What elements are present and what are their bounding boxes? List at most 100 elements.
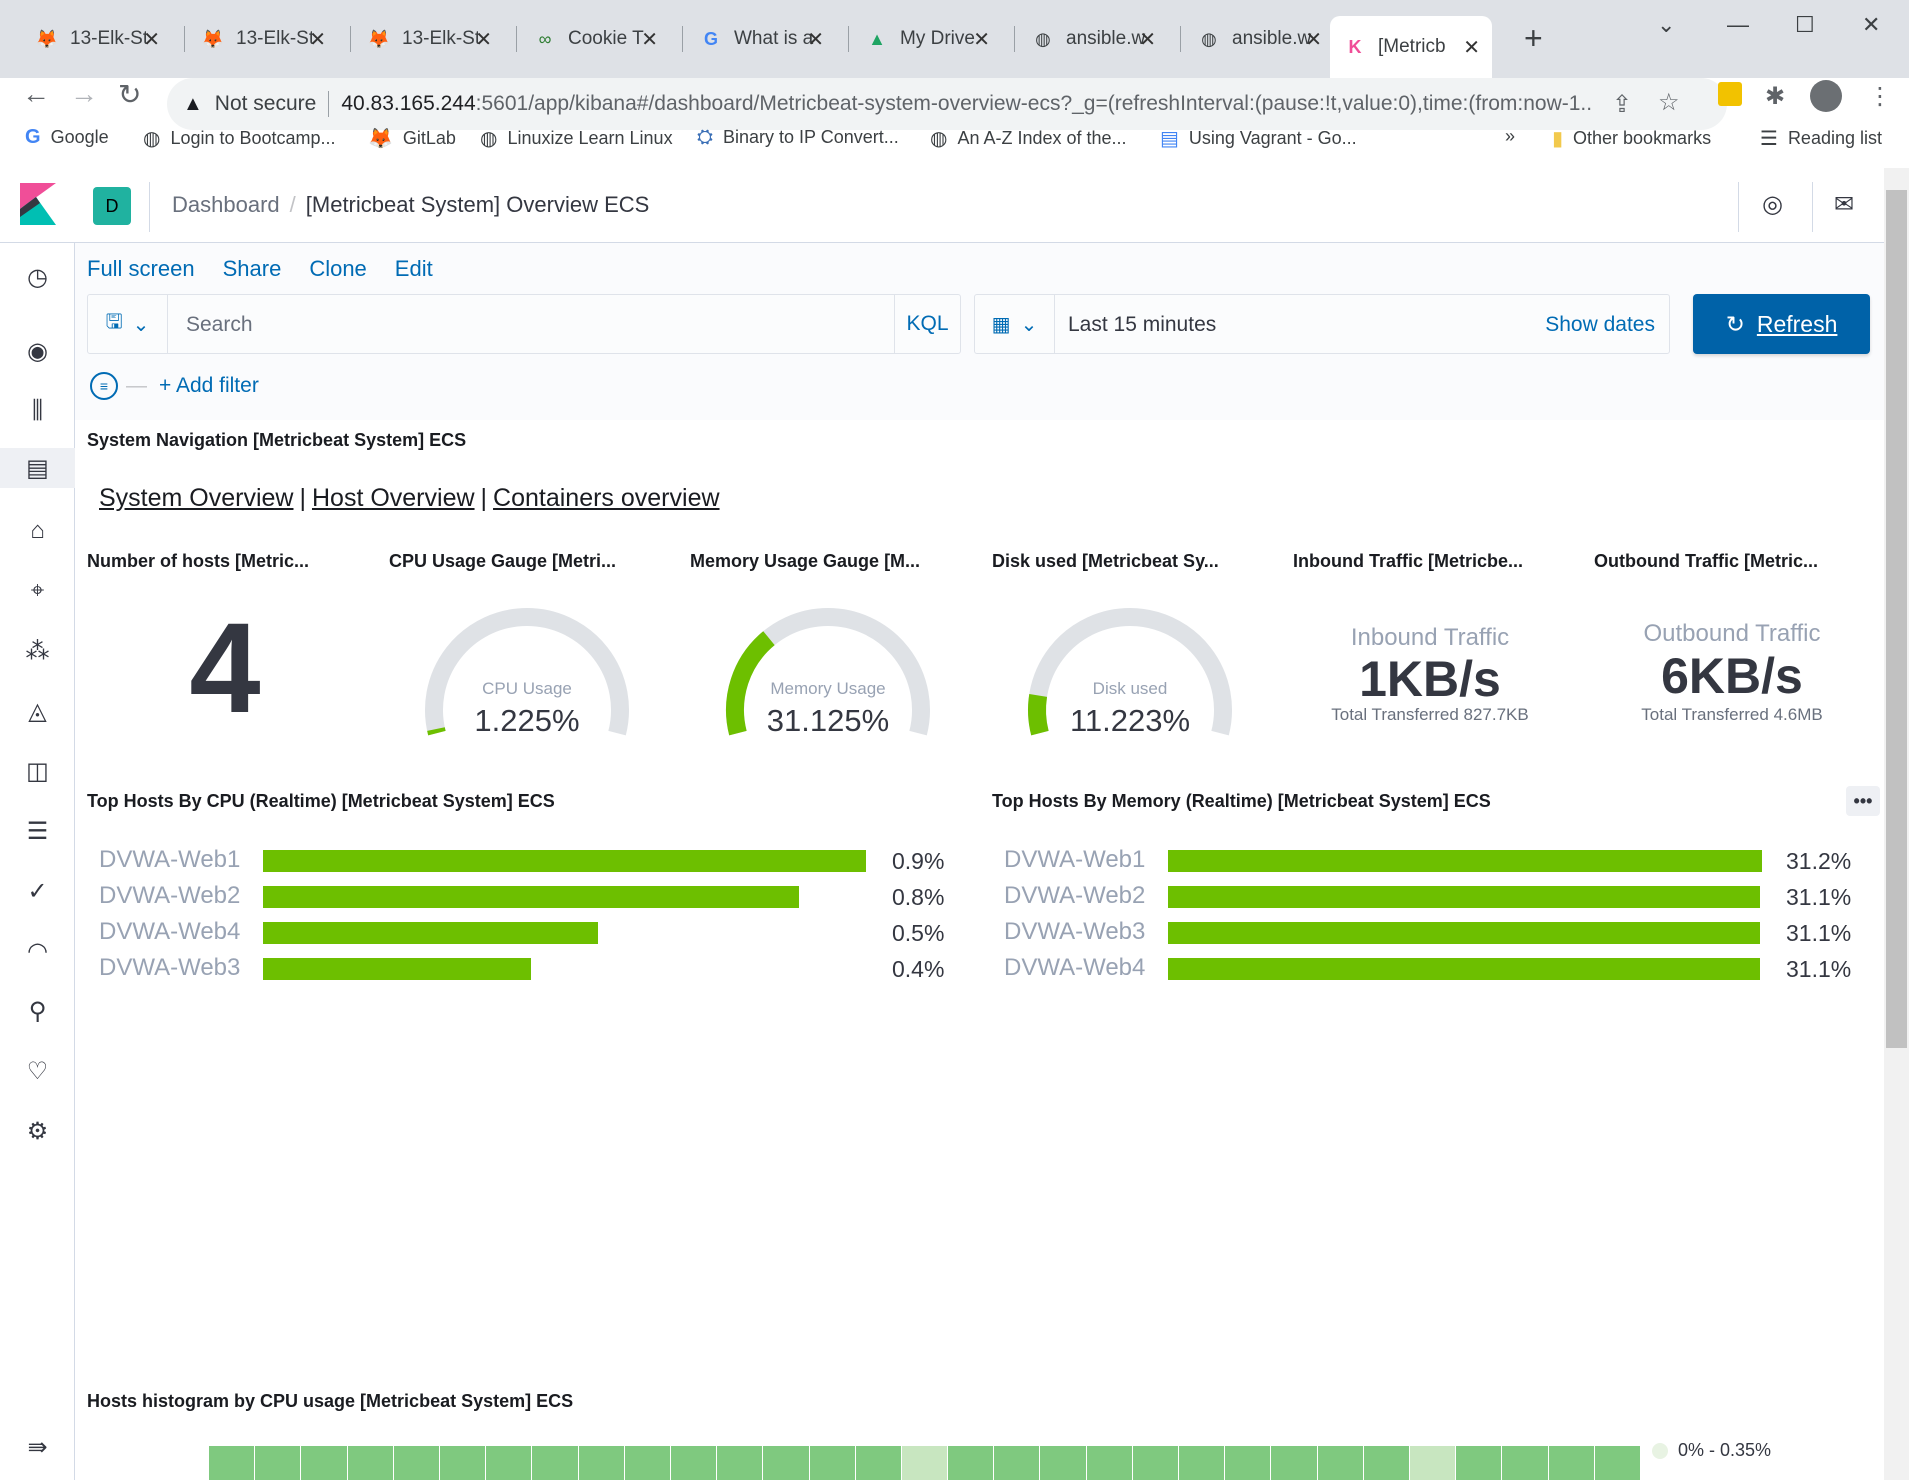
bar[interactable] — [263, 886, 799, 908]
browser-tab[interactable]: ∞ Cookie T ✕ — [520, 16, 670, 62]
heatmap-cell[interactable] — [393, 1446, 440, 1480]
bookmark-item[interactable]: ◍ Login to Bootcamp... — [143, 126, 336, 151]
dev-tools-icon[interactable]: ⚲ — [0, 991, 75, 1031]
search-input[interactable]: Search — [186, 313, 253, 337]
heatmap-cell[interactable] — [1086, 1446, 1133, 1480]
scrollbar-thumb[interactable] — [1886, 190, 1907, 1048]
share-icon[interactable]: ⇪ — [1612, 90, 1632, 119]
heatmap-cell[interactable] — [1502, 1446, 1549, 1480]
infrastructure-icon[interactable]: ◬ — [0, 691, 75, 731]
bar[interactable] — [263, 922, 598, 944]
close-tab-icon[interactable]: ✕ — [143, 27, 160, 52]
heatmap-cell[interactable] — [578, 1446, 625, 1480]
bar[interactable] — [1168, 922, 1761, 944]
show-dates-link[interactable]: Show dates — [1545, 313, 1655, 337]
heatmap-cell[interactable] — [1410, 1446, 1457, 1480]
filter-options-icon[interactable]: ≡ — [90, 372, 118, 400]
system-overview-link[interactable]: System Overview — [99, 484, 293, 512]
bookmark-item[interactable]: G Google — [25, 126, 109, 149]
heatmap-cell[interactable] — [717, 1446, 764, 1480]
heatmap-cell[interactable] — [1548, 1446, 1595, 1480]
heatmap-cell[interactable] — [532, 1446, 579, 1480]
browser-tab[interactable]: ◍ ansible.w ✕ — [1184, 16, 1334, 62]
bar[interactable] — [1168, 850, 1762, 872]
tab-search-icon[interactable]: ⌄ — [1657, 12, 1675, 38]
bookmark-item[interactable]: 🦊 GitLab — [368, 126, 456, 151]
panel-options-button[interactable]: ••• — [1846, 786, 1880, 816]
maps-icon[interactable]: ⌖ — [0, 571, 75, 611]
browser-tab[interactable]: K [Metricb ✕ — [1330, 16, 1492, 78]
newsfeed-icon[interactable]: ✉ — [1834, 190, 1854, 219]
dashboard-icon[interactable]: ▤ — [0, 448, 75, 488]
visualize-icon[interactable]: ⫼ — [0, 391, 75, 431]
heatmap-cell[interactable] — [763, 1446, 810, 1480]
share-link[interactable]: Share — [223, 256, 282, 282]
close-tab-icon[interactable]: ✕ — [1463, 35, 1480, 60]
browser-tab[interactable]: G What is a ✕ — [686, 16, 836, 62]
host-overview-link[interactable]: Host Overview — [312, 484, 475, 512]
browser-tab[interactable]: 🦊 13-Elk-St ✕ — [354, 16, 504, 62]
containers-overview-link[interactable]: Containers overview — [493, 484, 720, 512]
kql-toggle[interactable]: KQL — [894, 295, 960, 353]
breadcrumb-dashboard[interactable]: Dashboard — [172, 192, 280, 217]
clone-link[interactable]: Clone — [309, 256, 366, 282]
uptime-icon[interactable]: ✓ — [0, 871, 75, 911]
reload-icon[interactable]: ↻ — [118, 78, 141, 111]
saved-query-button[interactable]: 🖫 ⌄ — [88, 295, 168, 353]
close-tab-icon[interactable]: ✕ — [973, 27, 990, 52]
browser-menu-icon[interactable]: ⋮ — [1868, 82, 1892, 111]
heatmap-cell[interactable] — [1271, 1446, 1318, 1480]
siem-icon[interactable]: ◠ — [0, 931, 75, 971]
space-avatar[interactable]: D — [93, 187, 131, 225]
heatmap-cell[interactable] — [901, 1446, 949, 1480]
heatmap-cell[interactable] — [439, 1446, 487, 1480]
heatmap-cell[interactable] — [1456, 1446, 1503, 1480]
heatmap-cell[interactable] — [1363, 1446, 1411, 1480]
edit-link[interactable]: Edit — [395, 256, 433, 282]
heatmap-cell[interactable] — [1317, 1446, 1364, 1480]
apm-icon[interactable]: ☰ — [0, 811, 75, 851]
other-bookmarks[interactable]: ▮ Other bookmarks — [1552, 126, 1711, 151]
heatmap-cell[interactable] — [255, 1446, 302, 1480]
close-window-icon[interactable]: ✕ — [1862, 12, 1880, 38]
heatmap-cell[interactable] — [624, 1446, 671, 1480]
logs-icon[interactable]: ◫ — [0, 751, 75, 791]
heatmap-cell[interactable] — [1040, 1446, 1087, 1480]
time-range-text[interactable]: Last 15 minutes — [1068, 313, 1216, 337]
heatmap-cell[interactable] — [1132, 1446, 1180, 1480]
bar[interactable] — [263, 850, 866, 872]
bookmark-star-icon[interactable]: ☆ — [1658, 88, 1680, 117]
bar[interactable] — [1168, 886, 1761, 908]
bar[interactable] — [1168, 958, 1761, 980]
add-filter-link[interactable]: + Add filter — [159, 374, 259, 398]
collapse-nav-icon[interactable]: ⇛ — [0, 1427, 75, 1467]
refresh-button[interactable]: ↻ Refresh — [1693, 294, 1870, 354]
heatmap-cell[interactable] — [809, 1446, 856, 1480]
stack-monitoring-icon[interactable]: ♡ — [0, 1051, 75, 1091]
full-screen-link[interactable]: Full screen — [87, 256, 195, 282]
close-tab-icon[interactable]: ✕ — [641, 27, 658, 52]
help-icon[interactable]: ◎ — [1762, 190, 1783, 219]
discover-icon[interactable]: ◉ — [0, 331, 75, 371]
heatmap-legend[interactable]: 0% - 0.35% — [1652, 1440, 1771, 1461]
heatmap-cell[interactable] — [1594, 1446, 1641, 1480]
recently-viewed-icon[interactable]: ◷ — [0, 257, 75, 297]
bar[interactable] — [263, 958, 531, 980]
close-tab-icon[interactable]: ✕ — [1305, 27, 1322, 52]
close-tab-icon[interactable]: ✕ — [807, 27, 824, 52]
bookmark-item[interactable]: ⛭ Binary to IP Convert... — [697, 126, 899, 149]
extensions-puzzle-icon[interactable]: ✱ — [1765, 82, 1785, 111]
browser-tab[interactable]: ▲ My Drive ✕ — [852, 16, 1002, 62]
close-tab-icon[interactable]: ✕ — [475, 27, 492, 52]
heatmap-cell[interactable] — [1179, 1446, 1226, 1480]
heatmap-cell[interactable] — [670, 1446, 718, 1480]
heatmap-cell[interactable] — [948, 1446, 995, 1480]
heatmap-cell[interactable] — [855, 1446, 902, 1480]
bookmarks-more-button[interactable]: » — [1505, 126, 1515, 147]
extension-icon[interactable] — [1718, 82, 1742, 106]
bookmark-item[interactable]: ◍ An A-Z Index of the... — [930, 126, 1127, 151]
maximize-icon[interactable]: ☐ — [1795, 12, 1815, 38]
forward-icon[interactable]: → — [70, 78, 98, 110]
heatmap-cell[interactable] — [1225, 1446, 1272, 1480]
browser-tab[interactable]: 🦊 13-Elk-St ✕ — [188, 16, 338, 62]
